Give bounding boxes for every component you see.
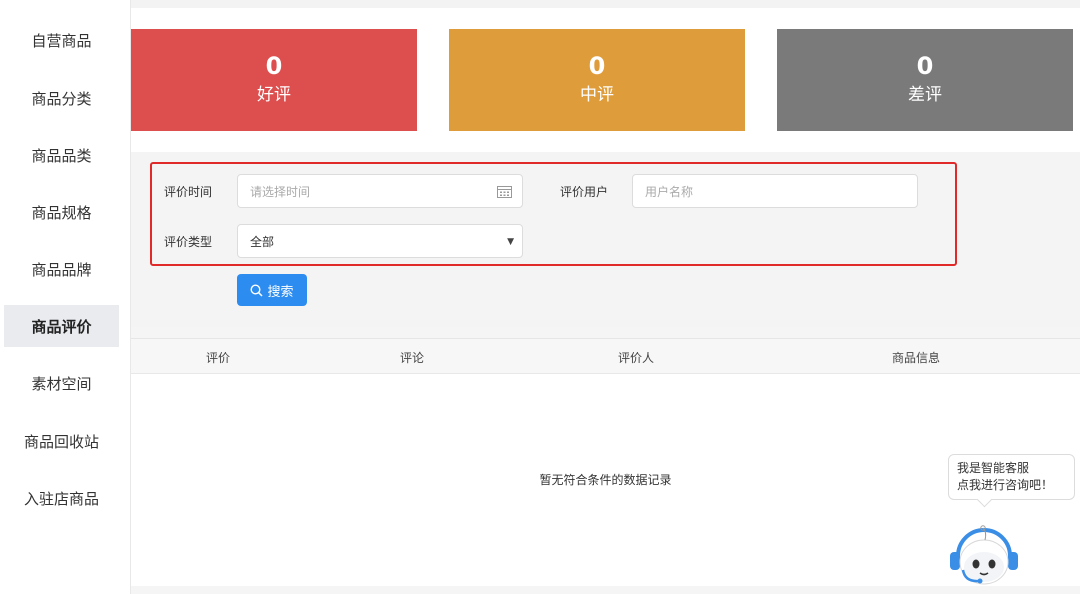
sidebar-item-label: 自营商品	[31, 30, 91, 51]
search-button[interactable]: 搜索	[237, 274, 307, 306]
review-user-placeholder: 用户名称	[645, 183, 693, 200]
column-header-reviewer[interactable]: 评价人	[618, 349, 654, 366]
column-header-comment[interactable]: 评论	[400, 349, 424, 366]
reviews-table: 评价 评论 评价人 商品信息 暂无符合条件的数据记录	[131, 338, 1080, 586]
bad-review-label: 差评	[908, 82, 942, 108]
search-button-label: 搜索	[267, 281, 293, 300]
sidebar-item-label: 商品品类	[31, 145, 91, 166]
mid-review-count: 0	[589, 52, 606, 80]
chatbot-avatar-icon[interactable]	[945, 522, 1023, 588]
sidebar-item-store-products[interactable]: 入驻店商品	[4, 477, 119, 519]
chatbot-line-1: 我是智能客服	[957, 460, 1066, 477]
review-time-label: 评价时间	[164, 183, 212, 200]
chatbot-line-2: 点我进行咨询吧！	[957, 477, 1066, 494]
stats-row: 0 好评 0 中评 0 差评	[131, 8, 1080, 152]
sidebar: 自营商品 商品分类 商品品类 商品规格 商品品牌 商品评价 素材空间 商品回收站…	[0, 0, 124, 594]
good-review-label: 好评	[257, 82, 291, 108]
good-review-card[interactable]: 0 好评	[131, 29, 417, 131]
review-type-select[interactable]: 全部 ▼	[237, 224, 523, 258]
sidebar-item-product-type[interactable]: 商品品类	[4, 134, 119, 176]
sidebar-item-label: 商品分类	[31, 88, 91, 109]
table-header: 评价 评论 评价人 商品信息	[131, 339, 1080, 374]
sidebar-item-label: 商品评价	[31, 316, 91, 337]
sidebar-item-recycle-bin[interactable]: 商品回收站	[4, 420, 119, 462]
review-type-label: 评价类型	[164, 233, 212, 250]
sidebar-item-self-products[interactable]: 自营商品	[4, 19, 119, 61]
mid-review-label: 中评	[580, 82, 614, 108]
column-header-product-info[interactable]: 商品信息	[892, 349, 940, 366]
sidebar-item-reviews[interactable]: 商品评价	[4, 305, 119, 347]
calendar-icon[interactable]	[497, 185, 512, 198]
top-strip	[131, 0, 1080, 8]
bad-review-count: 0	[917, 52, 934, 80]
chatbot-bubble[interactable]: 我是智能客服 点我进行咨询吧！	[948, 454, 1075, 500]
review-user-label: 评价用户	[560, 183, 608, 200]
filter-panel: 评价时间 请选择时间 评价用户 用户名称 评价类型 全部 ▼	[131, 152, 1080, 327]
sidebar-item-spec[interactable]: 商品规格	[4, 191, 119, 233]
mid-review-card[interactable]: 0 中评	[449, 29, 745, 131]
review-time-placeholder: 请选择时间	[250, 183, 310, 200]
sidebar-item-label: 商品品牌	[31, 259, 91, 280]
sidebar-item-category[interactable]: 商品分类	[4, 77, 119, 119]
column-header-review[interactable]: 评价	[206, 349, 230, 366]
review-time-input[interactable]: 请选择时间	[237, 174, 523, 208]
review-type-value: 全部	[250, 233, 274, 250]
review-user-input[interactable]: 用户名称	[632, 174, 918, 208]
sidebar-item-brand[interactable]: 商品品牌	[4, 248, 119, 290]
sidebar-item-media[interactable]: 素材空间	[4, 362, 119, 404]
sidebar-item-label: 入驻店商品	[24, 488, 99, 509]
search-icon	[250, 284, 263, 297]
bad-review-card[interactable]: 0 差评	[777, 29, 1073, 131]
empty-state-text: 暂无符合条件的数据记录	[131, 471, 1080, 488]
sidebar-item-label: 素材空间	[31, 373, 91, 394]
sidebar-item-label: 商品规格	[31, 202, 91, 223]
sidebar-item-label: 商品回收站	[24, 431, 99, 452]
main-content: 0 好评 0 中评 0 差评 评价时间 请选择时间 评价用户	[131, 0, 1080, 594]
good-review-count: 0	[266, 52, 283, 80]
dropdown-arrow-icon: ▼	[507, 237, 514, 247]
